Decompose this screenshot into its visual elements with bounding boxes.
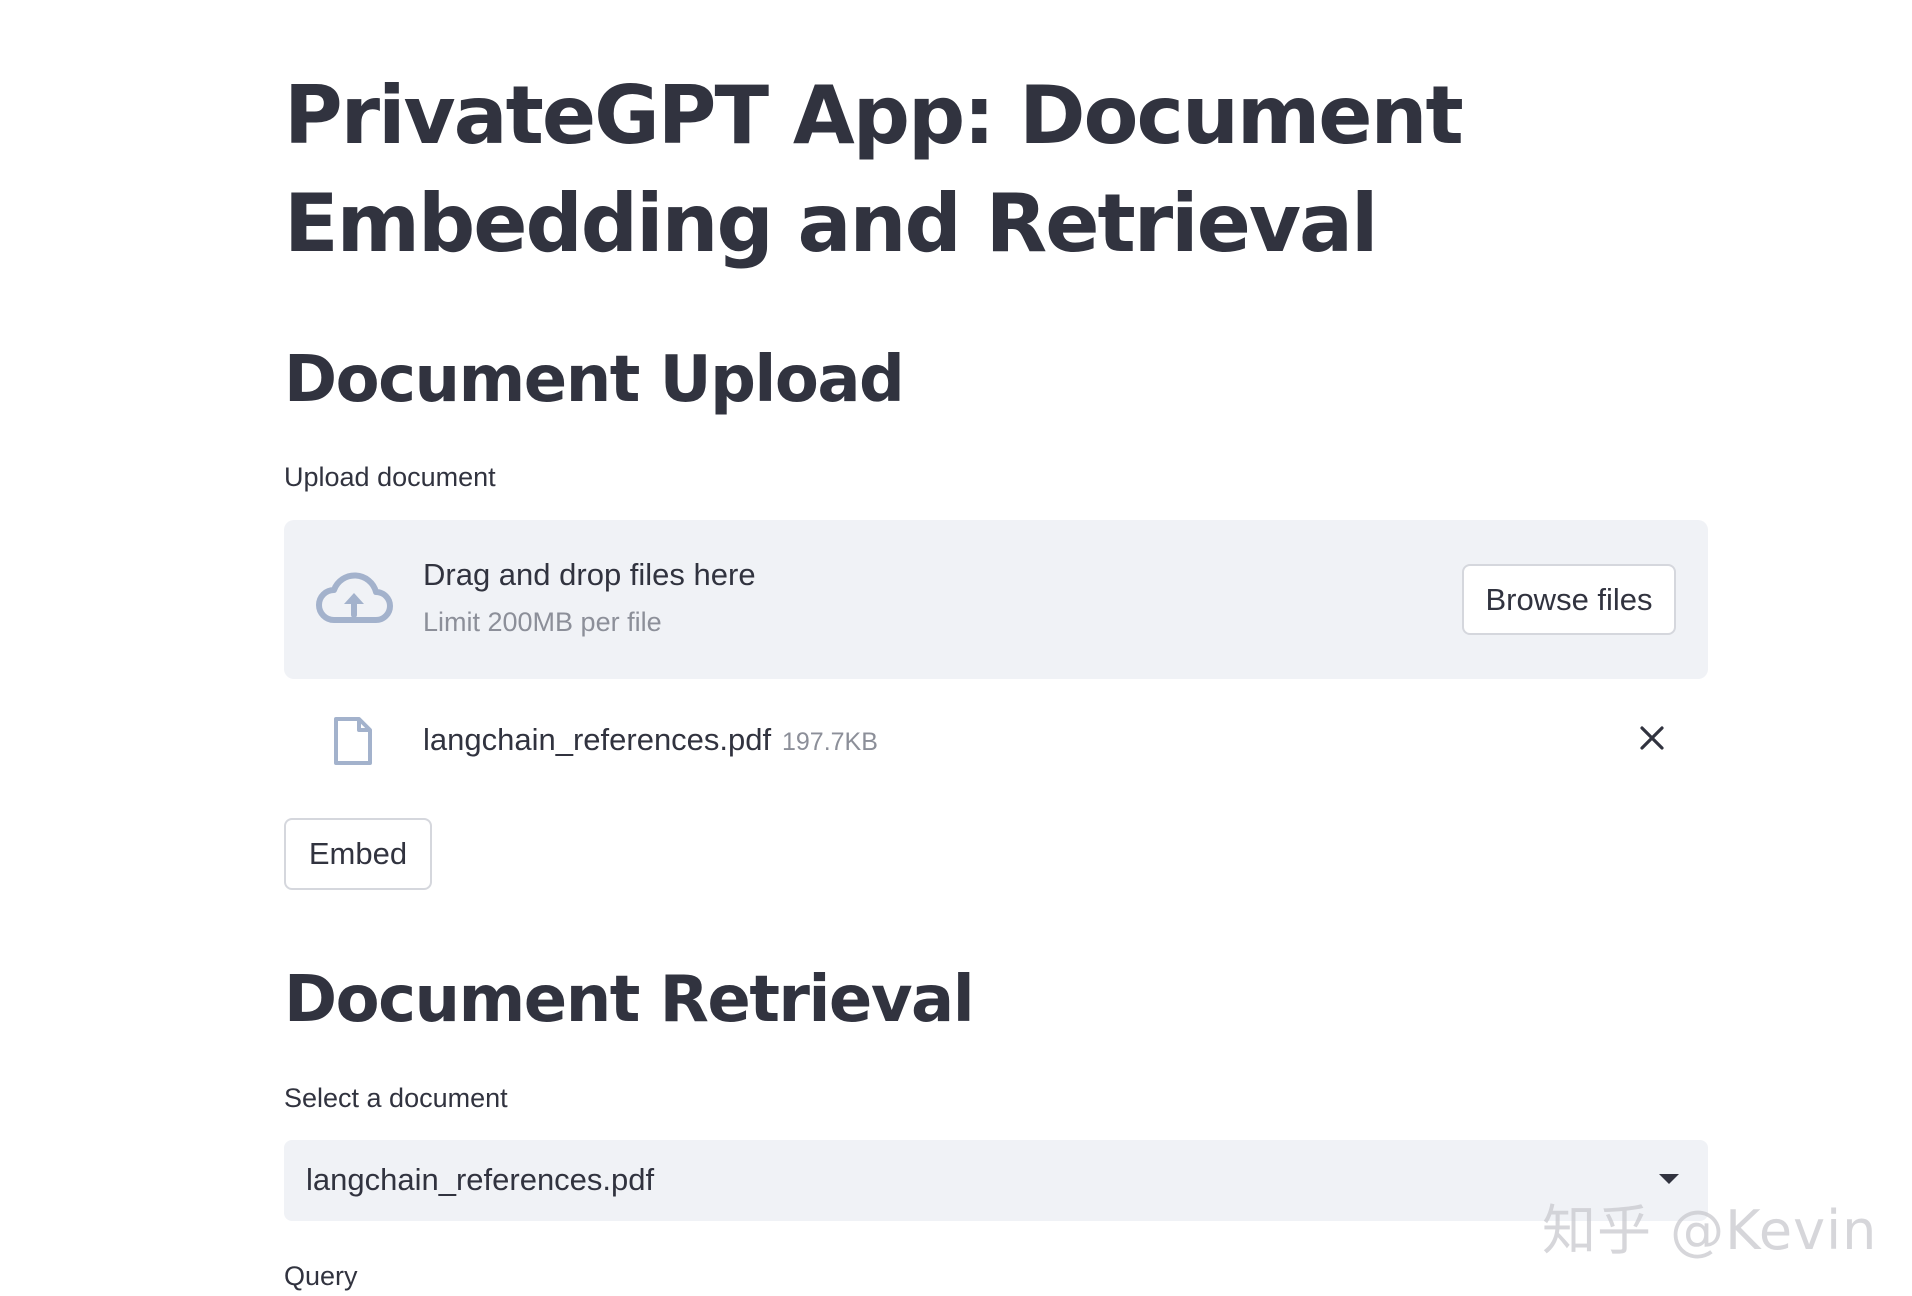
browse-files-button[interactable]: Browse files [1462,564,1676,635]
file-dropzone[interactable]: Drag and drop files here Limit 200MB per… [284,520,1708,679]
app-page: PrivateGPT App: Document Embedding and R… [0,0,1912,1296]
caret-down-icon [1658,1172,1680,1186]
retrieval-section-heading: Document Retrieval [284,963,975,1037]
upload-section-heading: Document Upload [284,343,905,417]
embed-button[interactable]: Embed [284,818,432,890]
close-icon[interactable] [1632,718,1672,758]
page-title: PrivateGPT App: Document Embedding and R… [284,69,1464,270]
upload-document-label: Upload document [284,462,496,492]
dropzone-limit: Limit 200MB per file [423,607,662,637]
watermark: 知乎 @Kevin [1542,1199,1878,1262]
selected-document: langchain_references.pdf [306,1162,655,1197]
cloud-upload-icon [314,568,394,628]
uploaded-file-size: 197.7KB [782,728,878,756]
dropzone-text: Drag and drop files here Limit 200MB per… [423,555,756,639]
document-select[interactable]: langchain_references.pdf [284,1140,1708,1221]
uploaded-file-name: langchain_references.pdf [423,722,772,757]
uploaded-file-row: langchain_references.pdf 197.7KB [284,700,1708,778]
select-document-label: Select a document [284,1083,508,1113]
file-icon [332,716,374,766]
dropzone-instructions: Drag and drop files here [423,557,756,592]
query-label: Query [284,1261,358,1291]
